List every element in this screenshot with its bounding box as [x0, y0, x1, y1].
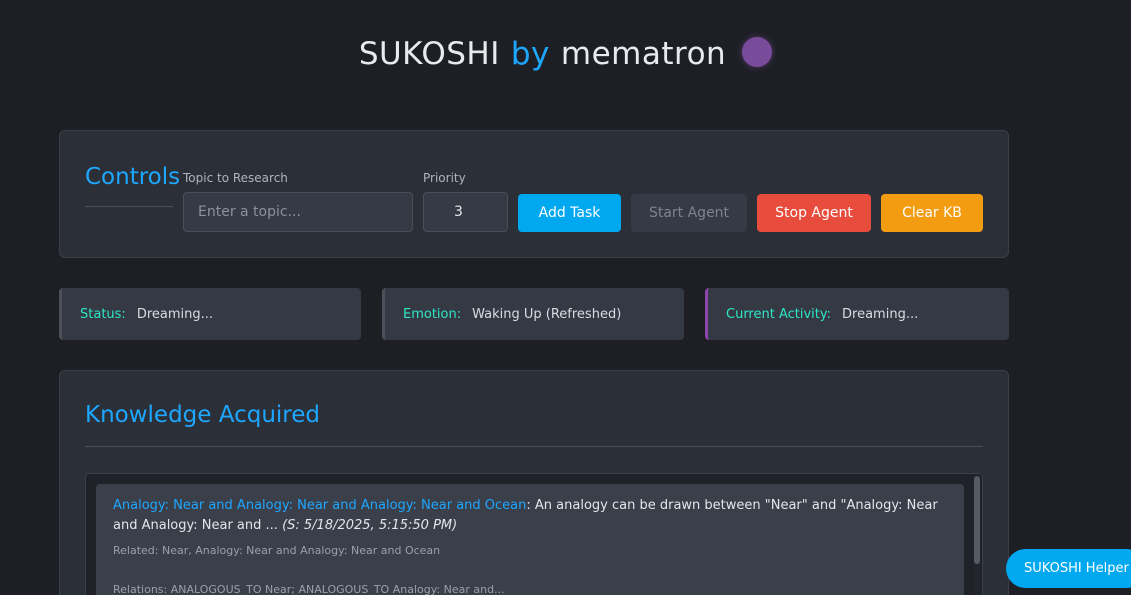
status-card: Status: Dreaming... [59, 288, 361, 340]
app-title-name: SUKOSHI [358, 36, 500, 72]
add-task-button[interactable]: Add Task [518, 194, 621, 232]
emotion-key: Emotion: [403, 306, 462, 322]
knowledge-divider [85, 446, 983, 447]
stop-agent-button[interactable]: Stop Agent [757, 194, 871, 232]
app-page: SUKOSHI by mematron Controls Topic to Re… [0, 0, 1131, 595]
status-value: Dreaming... [136, 306, 214, 322]
priority-input[interactable] [423, 192, 508, 232]
sukoshi-helper-button[interactable]: SUKOSHI Helper [1006, 549, 1131, 588]
emotion-card: Emotion: Waking Up (Refreshed) [382, 288, 684, 340]
knowledge-list[interactable]: Analogy: Near and Analogy: Near and Anal… [85, 473, 983, 595]
knowledge-entry-related: Related: Near, Analogy: Near and Analogy… [113, 544, 441, 557]
knowledge-entry: Analogy: Near and Analogy: Near and Anal… [96, 484, 964, 595]
knowledge-entry-main: Analogy: Near and Analogy: Near and Anal… [113, 496, 947, 536]
current-activity-key: Current Activity: [726, 306, 832, 322]
emotion-value: Waking Up (Refreshed) [472, 306, 622, 322]
start-agent-button[interactable]: Start Agent [631, 194, 747, 232]
priority-label: Priority [423, 171, 466, 185]
knowledge-entry-source: (S: 5/18/2025, 5:15:50 PM) [282, 518, 458, 533]
app-title-author: mematron [560, 36, 727, 72]
knowledge-title: Knowledge Acquired [85, 402, 320, 428]
current-activity-value: Dreaming... [842, 306, 919, 322]
app-title: SUKOSHI by mematron [0, 33, 1131, 75]
current-activity-card: Current Activity: Dreaming... [705, 288, 1009, 340]
clear-kb-button[interactable]: Clear KB [881, 194, 983, 232]
knowledge-entry-relations: Relations: ANALOGOUS_TO Near; ANALOGOUS_… [113, 583, 505, 595]
topic-input[interactable] [183, 192, 413, 232]
knowledge-entry-topic[interactable]: Analogy: Near and Analogy: Near and Anal… [113, 498, 526, 513]
controls-title: Controls [85, 164, 181, 190]
knowledge-panel: Knowledge Acquired Analogy: Near and Ana… [59, 370, 1009, 595]
app-title-by: by [510, 36, 550, 72]
topic-label: Topic to Research [183, 171, 288, 185]
controls-panel: Controls Topic to Research Priority Add … [59, 130, 1009, 258]
status-orb-icon [742, 37, 773, 67]
controls-divider [85, 206, 173, 207]
status-key: Status: [80, 306, 126, 322]
knowledge-scrollbar-thumb[interactable] [974, 476, 980, 564]
